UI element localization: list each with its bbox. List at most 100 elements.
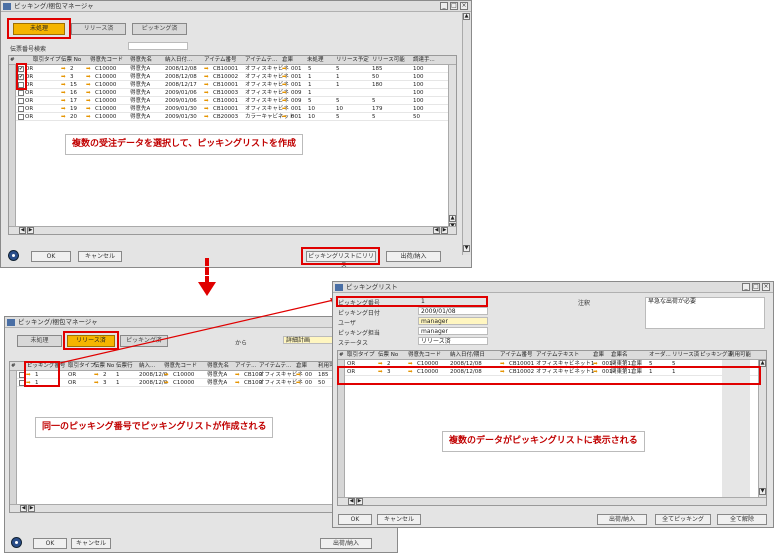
scroll-left-icon[interactable]: ◀ [19,227,26,234]
back-icon[interactable] [8,250,19,261]
top-window-vscroll[interactable]: ▲ ▼ [462,13,471,255]
column-header[interactable]: 納入日付... [165,56,192,65]
link-arrow-icon[interactable]: ➡ [61,81,66,89]
close-icon[interactable]: × [460,2,468,10]
link-arrow-icon[interactable]: ➡ [204,73,209,81]
link-arrow-icon[interactable]: ➡ [282,65,287,73]
link-arrow-icon[interactable]: ➡ [164,371,169,379]
picklist-grid-hscroll[interactable]: ◀ ▶ [338,497,766,505]
picklist-ship-button[interactable]: 出荷/納入 [597,514,647,525]
scroll-left-icon[interactable]: ◀ [348,498,355,505]
column-header[interactable]: リリース済 [672,351,699,360]
row-checkbox[interactable] [18,114,24,120]
maximize-icon[interactable]: □ [450,2,458,10]
link-arrow-icon[interactable]: ➡ [86,105,91,113]
bottom-ship-button[interactable]: 出荷/納入 [320,538,372,549]
link-arrow-icon[interactable]: ➡ [94,379,99,387]
scroll-left-icon[interactable]: ◀ [20,505,27,512]
picklist-ok-button[interactable]: OK [338,514,372,525]
link-arrow-icon[interactable]: ➡ [61,113,66,121]
link-arrow-icon[interactable]: ➡ [61,105,66,113]
link-arrow-icon[interactable]: ➡ [204,89,209,97]
row-checkbox[interactable] [18,90,24,96]
column-header[interactable]: ピッキング済 [700,351,733,360]
top-ship-button[interactable]: 出荷/納入 [386,251,441,262]
link-arrow-icon[interactable]: ➡ [86,89,91,97]
scroll-down-icon[interactable]: ▼ [463,245,470,252]
link-arrow-icon[interactable]: ➡ [204,113,209,121]
column-header[interactable]: 倉庫名 [611,351,628,360]
maximize-icon[interactable]: □ [752,283,760,291]
column-header[interactable]: リリース予定 [336,56,369,65]
column-header[interactable]: # [11,362,16,371]
column-header[interactable]: 取引タイプ [347,351,375,360]
scroll-right-icon[interactable]: ▶ [27,227,34,234]
column-header[interactable]: リリース可能 [372,56,405,65]
link-arrow-icon[interactable]: ➡ [204,105,209,113]
link-arrow-icon[interactable]: ➡ [61,97,66,105]
column-header[interactable]: アイテムテ... [245,56,277,65]
table-row[interactable]: 2✔OR➡3➡C10000得意先A2008/12/08➡CB10002オフィスキ… [9,73,456,81]
column-header[interactable]: アイテム番号 [500,351,532,360]
minimize-icon[interactable]: _ [742,283,750,291]
column-header[interactable]: 取引タイプ [33,56,61,65]
link-arrow-icon[interactable]: ➡ [235,371,240,379]
column-header[interactable]: アイテムテキスト [536,351,579,360]
minimize-icon[interactable]: _ [440,2,448,10]
pick-date-field[interactable]: 2009/01/08 [418,307,488,315]
table-row[interactable]: 3OR➡15➡C10000得意先A2008/12/17➡CB10001オフィスキ… [9,81,456,89]
link-arrow-icon[interactable]: ➡ [296,379,301,387]
link-arrow-icon[interactable]: ➡ [282,105,287,113]
link-arrow-icon[interactable]: ➡ [61,65,66,73]
column-header[interactable]: 未処理 [307,56,324,65]
column-header[interactable]: 得意先コード [408,351,441,360]
top-grid-vscroll[interactable]: ▲ ▼ [448,65,456,230]
tab-unprocessed[interactable]: 未処理 [17,335,62,347]
scroll-right-icon[interactable]: ▶ [441,227,448,234]
column-header[interactable]: 得意先コード [90,56,123,65]
top-ok-button[interactable]: OK [31,251,71,262]
close-icon[interactable]: × [762,283,770,291]
pick-owner-field[interactable]: manager [418,327,488,335]
picklist-cancel-button[interactable]: キャンセル [377,514,421,525]
link-arrow-icon[interactable]: ➡ [61,89,66,97]
search-input[interactable] [128,42,188,50]
scroll-up-icon[interactable]: ▲ [463,13,470,20]
table-row[interactable]: 1✔OR➡2➡C10000得意先A2008/12/08➡CB10001オフィスキ… [9,65,456,73]
link-arrow-icon[interactable]: ➡ [86,81,91,89]
column-header[interactable]: 倉庫 [282,56,293,65]
pick-all-button[interactable]: 全てピッキング [655,514,711,525]
table-row[interactable]: 7OR➡20➡C10000得意先A2009/01/30➡CB20003カラーキャ… [9,113,456,121]
table-row[interactable]: 5OR➡17➡C10000得意先A2009/01/06➡CB10001オフィスキ… [9,97,456,105]
column-header[interactable]: 納入日付/期日 [450,351,485,360]
top-cancel-button[interactable]: キャンセル [78,251,122,262]
scroll-right-icon[interactable]: ▶ [356,498,363,505]
link-arrow-icon[interactable]: ➡ [235,379,240,387]
link-arrow-icon[interactable]: ➡ [296,371,301,379]
back-icon[interactable] [11,537,22,548]
bottom-cancel-button[interactable]: キャンセル [71,538,111,549]
tab-picked[interactable]: ピッキング済 [132,23,187,35]
tab-released[interactable]: リリース済 [71,23,126,35]
link-arrow-icon[interactable]: ➡ [61,73,66,81]
top-grid-hscroll[interactable]: ◀ ▶ ◀ ▶ [9,226,456,234]
link-arrow-icon[interactable]: ➡ [282,89,287,97]
remarks-field[interactable]: 早急な出荷が必要 [645,297,765,329]
link-arrow-icon[interactable]: ➡ [282,73,287,81]
scroll-right-icon[interactable]: ▶ [28,505,35,512]
link-arrow-icon[interactable]: ➡ [86,65,91,73]
link-arrow-icon[interactable]: ➡ [282,81,287,89]
row-checkbox[interactable] [18,106,24,112]
link-arrow-icon[interactable]: ➡ [204,65,209,73]
link-arrow-icon[interactable]: ➡ [164,379,169,387]
column-header[interactable]: # [10,56,15,65]
column-header[interactable]: 得意先名 [130,56,152,65]
link-arrow-icon[interactable]: ➡ [282,113,287,121]
link-arrow-icon[interactable]: ➡ [94,371,99,379]
clear-all-button[interactable]: 全て解除 [717,514,767,525]
row-checkbox[interactable] [18,98,24,104]
link-arrow-icon[interactable]: ➡ [204,81,209,89]
link-arrow-icon[interactable]: ➡ [204,97,209,105]
column-header[interactable]: 伝票 No [61,56,81,65]
link-arrow-icon[interactable]: ➡ [86,73,91,81]
